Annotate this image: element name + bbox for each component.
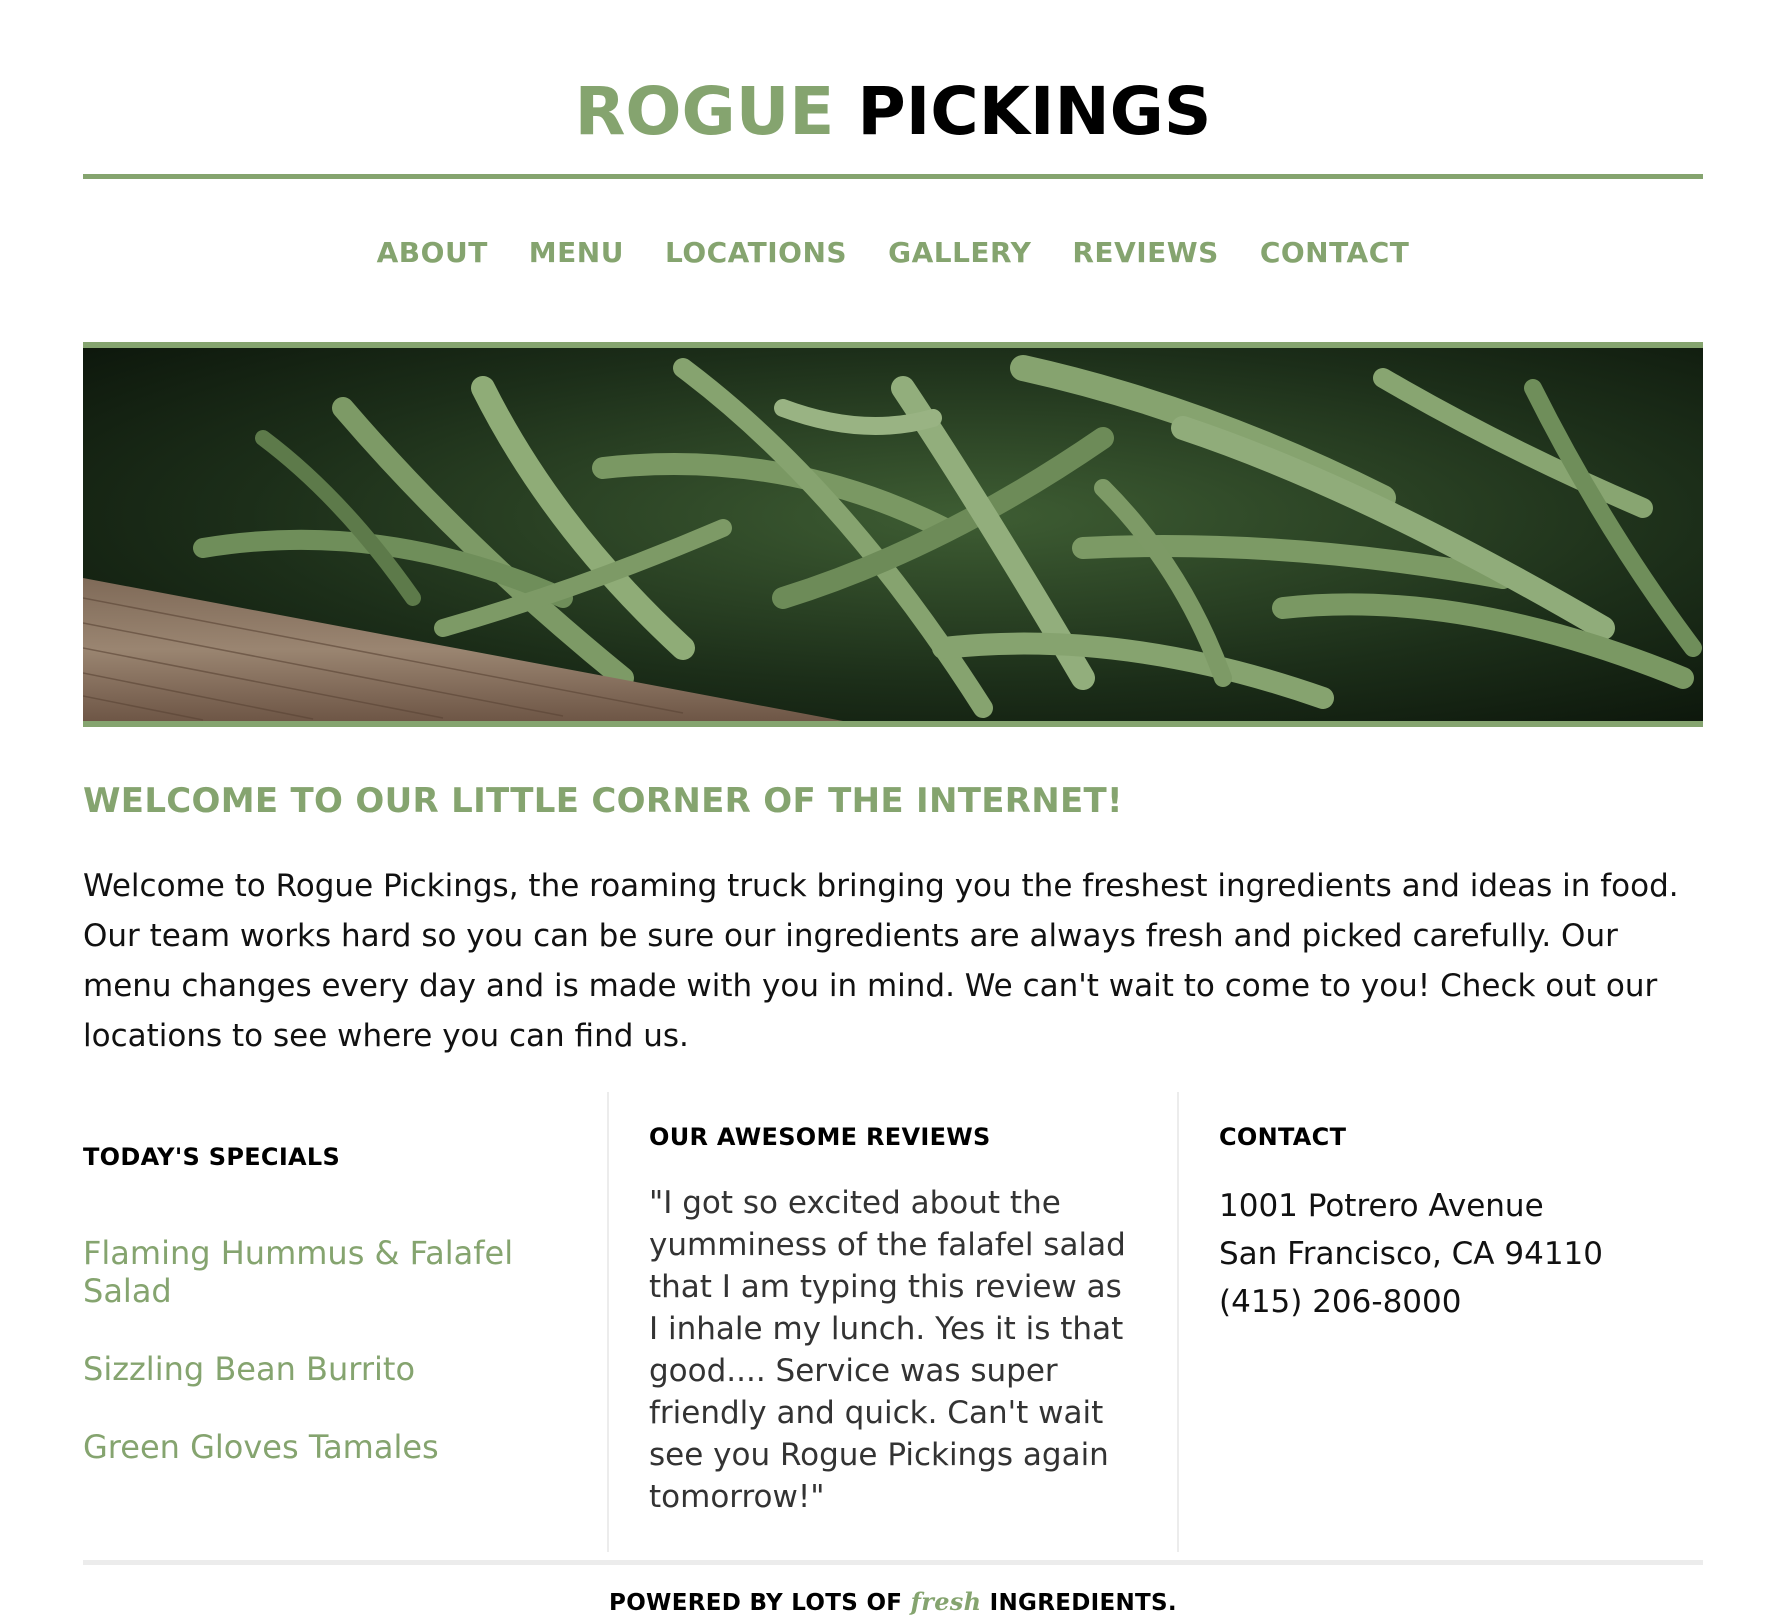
nav-reviews[interactable]: REVIEWS — [1072, 233, 1218, 273]
special-item[interactable]: Green Gloves Tamales — [83, 1428, 543, 1466]
nav-gallery[interactable]: GALLERY — [888, 233, 1031, 273]
reviews-column: OUR AWESOME REVIEWS "I got so excited ab… — [609, 1092, 1179, 1552]
footer: POWERED BY LOTS OF fresh INGREDIENTS. — [83, 1585, 1703, 1620]
green-beans-photo — [83, 348, 1703, 721]
address-line-2: San Francisco, CA 94110 — [1219, 1236, 1603, 1272]
brand-word-rogue: ROGUE — [574, 73, 835, 150]
footer-fresh: fresh — [910, 1587, 982, 1616]
site-logo[interactable]: ROGUE PICKINGS — [83, 0, 1703, 172]
intro-paragraph: Welcome to Rogue Pickings, the roaming t… — [83, 868, 1679, 1054]
info-columns: TODAY'S SPECIALS Flaming Hummus & Falafe… — [83, 1092, 1703, 1552]
nav-about[interactable]: ABOUT — [377, 233, 488, 273]
reviews-heading: OUR AWESOME REVIEWS — [649, 1123, 991, 1151]
phone-number[interactable]: (415) 206-8000 — [1219, 1278, 1703, 1326]
contact-column: CONTACT 1001 Potrero Avenue San Francisc… — [1179, 1092, 1703, 1552]
special-item[interactable]: Sizzling Bean Burrito — [83, 1350, 543, 1388]
nav-contact[interactable]: CONTACT — [1260, 233, 1410, 273]
footer-suffix: INGREDIENTS. — [989, 1590, 1177, 1616]
specials-column: TODAY'S SPECIALS Flaming Hummus & Falafe… — [83, 1092, 609, 1552]
contact-heading: CONTACT — [1219, 1123, 1347, 1151]
nav-locations[interactable]: LOCATIONS — [665, 233, 847, 273]
contact-details: 1001 Potrero Avenue San Francisco, CA 94… — [1219, 1182, 1703, 1326]
main-nav: ABOUT MENU LOCATIONS GALLERY REVIEWS CON… — [83, 233, 1703, 273]
header-divider — [83, 174, 1703, 179]
hero-image — [83, 342, 1703, 727]
footer-divider — [83, 1560, 1703, 1565]
welcome-heading: WELCOME TO OUR LITTLE CORNER OF THE INTE… — [83, 781, 1123, 821]
nav-menu[interactable]: MENU — [529, 233, 624, 273]
page: ROGUE PICKINGS ABOUT MENU LOCATIONS GALL… — [83, 0, 1703, 1620]
address-line-1: 1001 Potrero Avenue — [1219, 1188, 1544, 1224]
special-item[interactable]: Flaming Hummus & Falafel Salad — [83, 1234, 543, 1310]
review-quote: "I got so excited about the yumminess of… — [649, 1185, 1126, 1515]
footer-prefix: POWERED BY LOTS OF — [609, 1590, 903, 1616]
specials-heading: TODAY'S SPECIALS — [83, 1143, 341, 1171]
brand-word-pickings: PICKINGS — [857, 73, 1212, 150]
